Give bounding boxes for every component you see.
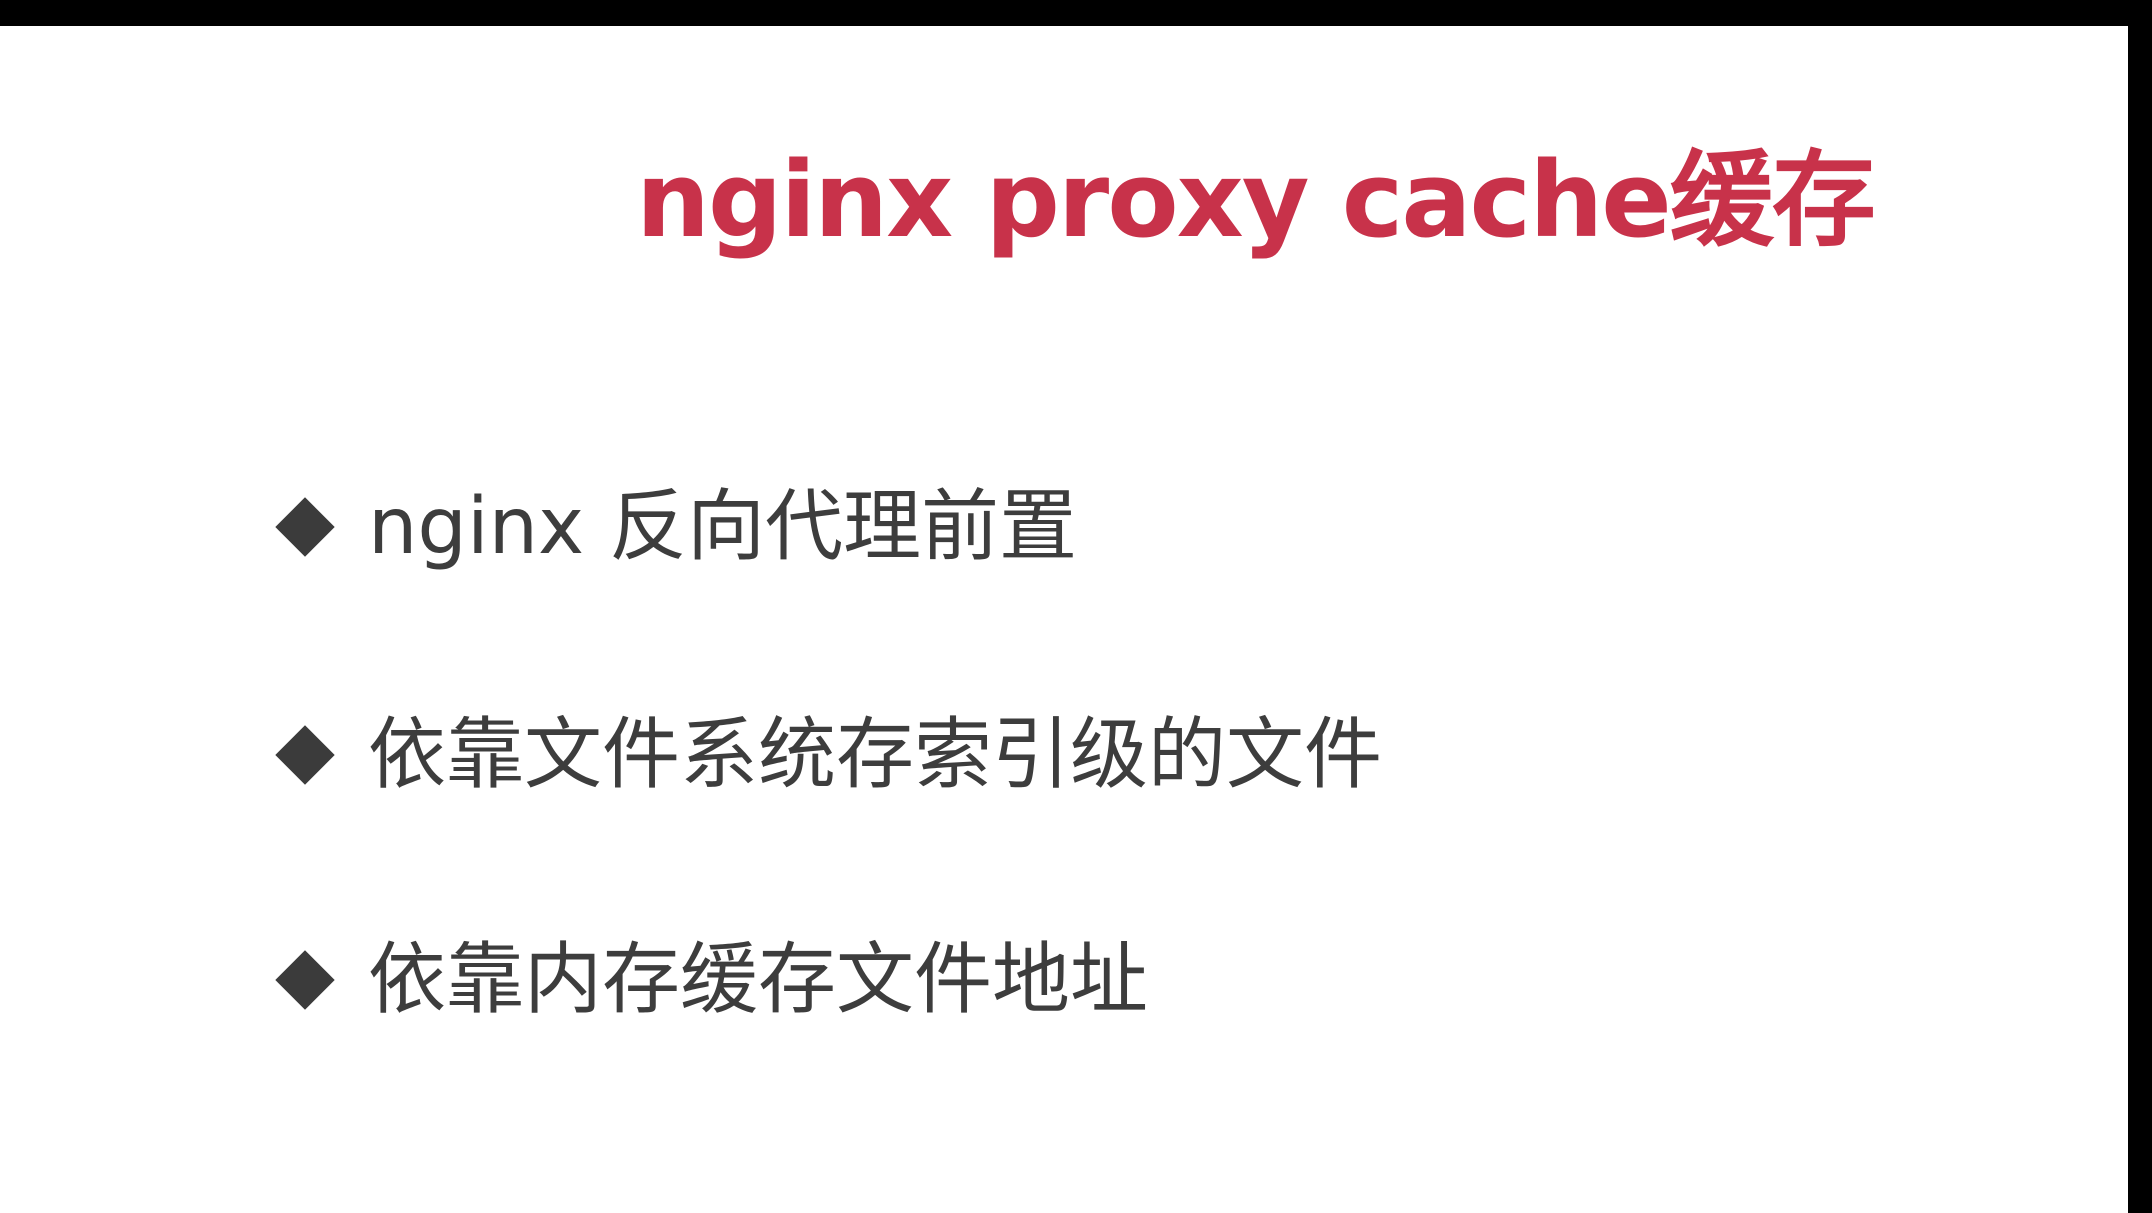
diamond-bullet-icon xyxy=(275,497,335,557)
bullet-text: 依靠文件系统存索引级的文件 xyxy=(368,710,1383,800)
slide-title: nginx proxy cache缓存 xyxy=(636,139,1876,261)
bullet-item: 依靠内存缓存文件地址 xyxy=(272,925,1148,1035)
diamond-bullet-icon xyxy=(275,725,335,785)
right-letterbox-bar xyxy=(2128,26,2152,1213)
top-letterbox-bar xyxy=(0,0,2152,26)
bullet-item: nginx 反向代理前置 xyxy=(272,472,1077,582)
bullet-text: nginx 反向代理前置 xyxy=(368,482,1078,572)
bullet-text: 依靠内存缓存文件地址 xyxy=(368,935,1149,1025)
bullet-item: 依靠文件系统存索引级的文件 xyxy=(272,700,1382,810)
diamond-bullet-icon xyxy=(275,950,335,1010)
